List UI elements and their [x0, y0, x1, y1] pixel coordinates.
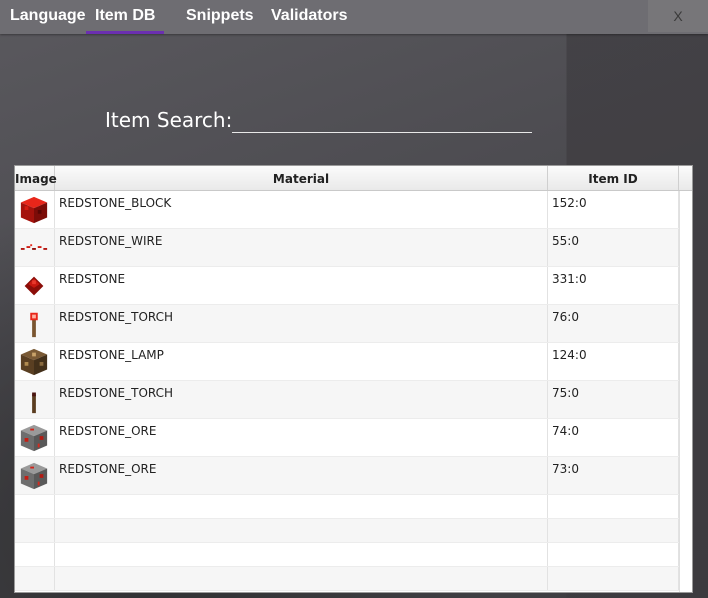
empty-row: [15, 567, 679, 591]
table-row[interactable]: REDSTONE_WIRE 55:0: [15, 229, 679, 267]
material-cell: REDSTONE_WIRE: [55, 229, 548, 266]
item-id-cell: 74:0: [548, 419, 679, 456]
empty-row: [15, 543, 679, 567]
material-cell: REDSTONE_TORCH: [55, 305, 548, 342]
tab-bar: Language Item DB Snippets Validators X: [0, 0, 708, 34]
item-id-cell: 55:0: [548, 229, 679, 266]
item-table: Image Material Item ID REDSTONE_BLOCK 15…: [14, 165, 693, 593]
table-row[interactable]: REDSTONE_TORCH 76:0: [15, 305, 679, 343]
tab-validators[interactable]: Validators: [271, 0, 347, 32]
material-cell: REDSTONE: [55, 267, 548, 304]
item-id-cell: 75:0: [548, 381, 679, 418]
material-cell: REDSTONE_BLOCK: [55, 191, 548, 228]
redstone-ore-icon: [20, 462, 48, 490]
empty-row: [15, 519, 679, 543]
empty-row: [15, 495, 679, 519]
search-label: Item Search:: [105, 108, 233, 132]
redstone-wire-icon: [20, 244, 48, 250]
tab-item-db[interactable]: Item DB: [86, 0, 165, 34]
table-row[interactable]: REDSTONE_ORE 74:0: [15, 419, 679, 457]
tab-snippets[interactable]: Snippets: [186, 0, 254, 32]
redstone-dust-icon: [24, 276, 44, 296]
table-row[interactable]: REDSTONE_BLOCK 152:0: [15, 191, 679, 229]
column-header-item-id[interactable]: Item ID: [548, 166, 679, 190]
table-row[interactable]: REDSTONE_LAMP 124:0: [15, 343, 679, 381]
item-id-cell: 73:0: [548, 457, 679, 494]
material-cell: REDSTONE_ORE: [55, 457, 548, 494]
column-header-material[interactable]: Material: [55, 166, 548, 190]
redstone-torch-on-icon: [30, 312, 38, 338]
item-id-cell: 331:0: [548, 267, 679, 304]
item-id-cell: 152:0: [548, 191, 679, 228]
tab-language[interactable]: Language: [10, 0, 86, 32]
item-id-cell: 76:0: [548, 305, 679, 342]
redstone-lamp-icon: [20, 348, 48, 376]
close-button[interactable]: X: [648, 0, 708, 32]
table-row[interactable]: REDSTONE 331:0: [15, 267, 679, 305]
material-cell: REDSTONE_ORE: [55, 419, 548, 456]
material-cell: REDSTONE_TORCH: [55, 381, 548, 418]
table-header: Image Material Item ID: [15, 166, 692, 191]
table-body: REDSTONE_BLOCK 152:0 REDSTONE_WIRE 55:0: [15, 191, 679, 591]
column-header-image[interactable]: Image: [15, 166, 57, 190]
material-cell: REDSTONE_LAMP: [55, 343, 548, 380]
table-row[interactable]: REDSTONE_TORCH 75:0: [15, 381, 679, 419]
column-header-filler: [679, 166, 692, 190]
search-input[interactable]: [232, 110, 532, 133]
vertical-scrollbar-track[interactable]: [679, 191, 692, 592]
redstone-ore-icon: [20, 424, 48, 452]
redstone-torch-off-icon: [32, 392, 36, 414]
table-row[interactable]: REDSTONE_ORE 73:0: [15, 457, 679, 495]
redstone-block-icon: [20, 196, 48, 224]
item-id-cell: 124:0: [548, 343, 679, 380]
